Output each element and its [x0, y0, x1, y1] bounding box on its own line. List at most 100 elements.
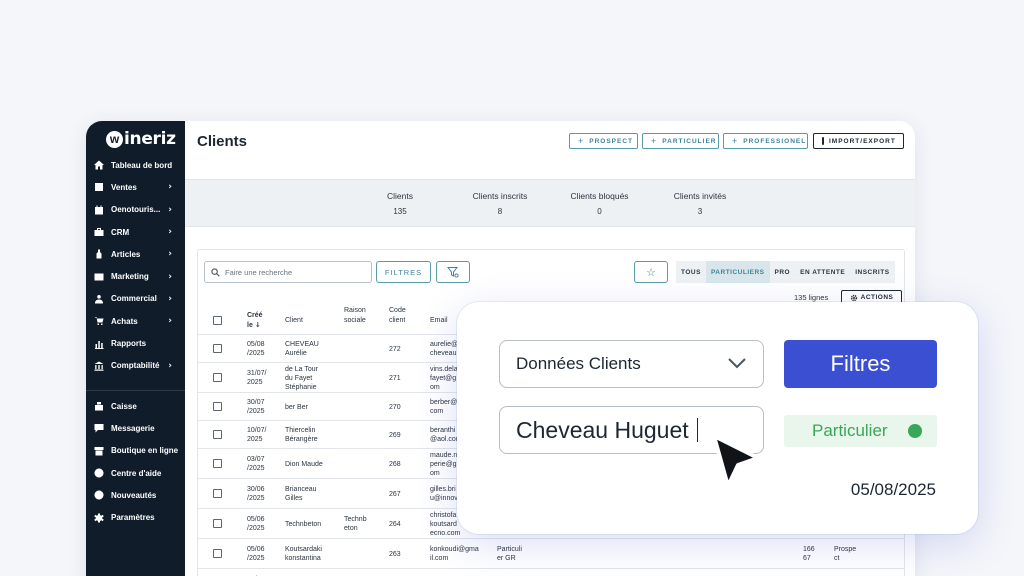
cell-client-line: Koutsardaki: [285, 546, 322, 553]
sidebar-item-marketing[interactable]: Marketing ›: [86, 265, 185, 287]
sidebar-item-articles[interactable]: Articles ›: [86, 243, 185, 265]
header-raison-line2[interactable]: sociale: [344, 316, 366, 325]
sidebar-item-centre-d-aide[interactable]: Centre d'aide: [86, 462, 185, 484]
filtres-big-button[interactable]: Filtres: [784, 340, 937, 388]
sort-down-icon: ↓: [254, 321, 261, 329]
cell-raison-part: Techn: [344, 516, 363, 523]
data-source-dropdown[interactable]: Données Clients: [499, 340, 764, 388]
sidebar-item-crm[interactable]: CRM ›: [86, 221, 185, 243]
cell-raison-line: Technb: [344, 515, 367, 524]
sidebar-item-nouveaut-s[interactable]: Nouveautés: [86, 484, 185, 506]
cell-client-line: ber Ber: [285, 403, 308, 411]
header-code[interactable]: Code: [389, 306, 406, 315]
import-export-button[interactable]: IMPORT/EXPORT: [813, 133, 904, 149]
cell-client-line: Bérangère: [285, 436, 318, 443]
filter-settings-button[interactable]: [436, 261, 470, 283]
row-checkbox[interactable]: [213, 519, 222, 528]
row-checkbox[interactable]: [213, 549, 222, 558]
cell-email-line: vins.dela: [430, 365, 458, 373]
cell-client-line: Technbeton: [285, 520, 322, 528]
add-prospect-button[interactable]: + PROSPECT: [569, 133, 638, 149]
cell-client[interactable]: Technbeton: [285, 520, 321, 529]
segment-particuliers[interactable]: PARTICULIERS: [705, 261, 770, 283]
cell-email: maude.n perie@g om: [430, 451, 457, 478]
cell-code: 267: [389, 490, 401, 498]
add-particulier-button[interactable]: + PARTICULIER: [642, 133, 719, 149]
header-code-line2[interactable]: client: [389, 316, 405, 325]
stat-label: Clients: [387, 191, 413, 201]
filtres-button[interactable]: FILTRES: [376, 261, 431, 283]
cell-client[interactable]: de La Tour du Fayet Stéphanie: [285, 365, 318, 392]
select-all-checkbox[interactable]: [213, 316, 222, 325]
sidebar-item-rapports[interactable]: Rapports: [86, 332, 185, 354]
cell-client[interactable]: CHEVEAU Aurélie: [285, 340, 319, 358]
cell-client[interactable]: ber Ber: [285, 403, 308, 412]
cell-email-line: christofa: [430, 511, 457, 519]
row-checkbox[interactable]: [213, 430, 222, 439]
cell-client[interactable]: Thiercelin Bérangère: [285, 426, 318, 444]
cell-date: 30/07/2025: [247, 398, 265, 416]
sidebar-item-param-tres[interactable]: Paramètres: [86, 506, 185, 528]
table-row[interactable]: 05/06/2025 Koutsardaki konstantina 263 konko…: [198, 538, 904, 568]
row-checkbox[interactable]: [213, 459, 222, 468]
stats-bar: Clients 135 Clients inscrits 8 Clients b…: [185, 179, 915, 227]
segment-inscrits[interactable]: INSCRITS: [850, 261, 894, 283]
chat-icon: [94, 423, 104, 433]
sidebar-item-label: Achats: [111, 316, 138, 326]
chevron-right-icon: ›: [168, 249, 172, 260]
stat-clients-inscrits: Clients inscrits 8: [465, 191, 535, 216]
cell-code: 271: [389, 374, 401, 382]
compass-icon: [94, 468, 104, 478]
row-checkbox[interactable]: [213, 489, 222, 498]
sidebar-item-boutique-en-ligne[interactable]: Boutique en ligne: [86, 440, 185, 462]
logo[interactable]: w ineriz: [106, 129, 176, 149]
sidebar-item-tableau-de-bord[interactable]: Tableau de bord: [86, 154, 185, 176]
header-cree[interactable]: Créé: [247, 311, 263, 320]
cell-client[interactable]: Dion Maude: [285, 460, 323, 469]
status-dot: [908, 424, 922, 438]
header-client[interactable]: Client: [285, 316, 303, 325]
header-email[interactable]: Email: [430, 316, 448, 325]
row-checkbox[interactable]: [213, 344, 222, 353]
cell-number-line: 67: [803, 555, 811, 562]
cell-client[interactable]: Brianceau Gilles: [285, 485, 317, 503]
sidebar-nav-secondary: Caisse Messagerie Boutique en ligne Centre …: [86, 395, 185, 529]
sidebar-item-commercial[interactable]: Commercial ›: [86, 288, 185, 310]
segment-pro[interactable]: PRO: [770, 261, 796, 283]
sidebar-item-label: Tableau de bord: [111, 160, 173, 170]
sidebar-item-ventes[interactable]: Ventes ›: [86, 176, 185, 198]
cell-status-line: Prospe: [834, 546, 857, 553]
cell-raison-line: eton: [344, 525, 358, 532]
segment-en-attente[interactable]: EN ATTENTE: [795, 261, 850, 283]
sidebar-item-caisse[interactable]: Caisse: [86, 395, 185, 417]
sidebar-item-oenotouris[interactable]: Oenotouris... ›: [86, 199, 185, 221]
row-checkbox[interactable]: [213, 373, 222, 382]
cell-date-line: 05/06: [247, 516, 265, 523]
cell-email-line: aurelie@: [430, 341, 459, 348]
cell-email-line: konkoudi@gma: [430, 546, 479, 553]
stat-clients: Clients 135: [375, 191, 425, 216]
cell-email: christofa koutsard ecno.com: [430, 511, 460, 538]
cell-date-line: 2025: [247, 436, 263, 443]
search-icon: [211, 267, 220, 277]
table-row[interactable]: 03/06julesbrunet271: [198, 568, 904, 576]
people-icon: [94, 294, 104, 304]
cell-client-line: du Fayet: [285, 374, 313, 382]
sidebar-nav: Tableau de bord Ventes › Oenotouris... › CRM ›…: [86, 154, 185, 377]
sidebar-item-label: Paramètres: [111, 513, 155, 523]
cell-client[interactable]: Koutsardaki konstantina: [285, 545, 322, 563]
rows-count: 135 lignes: [794, 293, 829, 302]
sidebar-item-messagerie[interactable]: Messagerie: [86, 417, 185, 439]
row-checkbox[interactable]: [213, 402, 222, 411]
sidebar-item-achats[interactable]: Achats ›: [86, 310, 185, 332]
search-input[interactable]: Faire une recherche: [204, 261, 372, 283]
cell-type-line: er GR: [497, 555, 516, 562]
add-prospect-label: PROSPECT: [589, 137, 634, 145]
favorite-button[interactable]: ☆: [634, 261, 668, 283]
cell-email: konkoudi@gma il.com: [430, 545, 479, 563]
segment-tous[interactable]: TOUS: [676, 261, 706, 283]
header-raison[interactable]: Raison: [344, 306, 366, 315]
header-cree-line2[interactable]: le ↓: [247, 321, 261, 330]
sidebar-item-comptabilit[interactable]: Comptabilité ›: [86, 355, 185, 377]
add-professionel-button[interactable]: + PROFESSIONEL: [723, 133, 808, 149]
